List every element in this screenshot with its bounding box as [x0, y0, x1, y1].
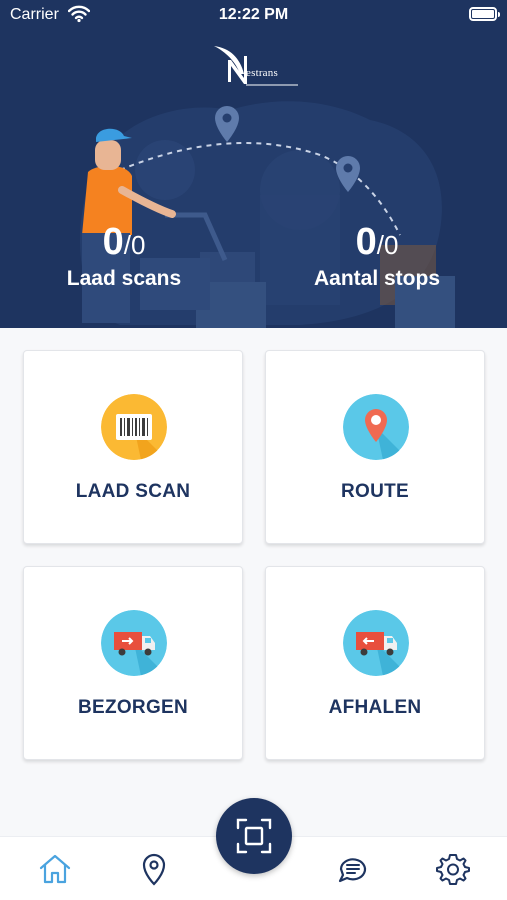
deliver-label: BEZORGEN — [77, 697, 189, 718]
deliver-tile[interactable]: BEZORGEN — [23, 566, 243, 760]
location-pin-icon — [343, 394, 409, 460]
stops-label: Aantal stops — [313, 267, 441, 290]
load-scans-stat: 0/0 Laad scans — [64, 222, 184, 291]
load-scan-tile[interactable]: LAAD SCAN — [23, 350, 243, 544]
load-scans-label: Laad scans — [66, 267, 182, 290]
pickup-truck-icon — [343, 610, 409, 676]
scan-button[interactable] — [216, 798, 292, 874]
scan-icon — [236, 818, 272, 854]
brand-logo-text: estrans — [246, 67, 278, 79]
pickup-tile[interactable]: AFHALEN — [265, 566, 485, 760]
action-grid: LAAD SCAN ROUTE BEZORGEN AFHALEN — [0, 328, 507, 838]
route-tile[interactable]: ROUTE — [265, 350, 485, 544]
load-scans-count: 0 — [102, 221, 124, 263]
load-scans-total: /0 — [123, 230, 146, 260]
pickup-label: AFHALEN — [328, 697, 422, 718]
stops-total: /0 — [376, 230, 399, 260]
battery-icon — [469, 7, 500, 21]
hero-banner: estrans 0/0 Laad scans 0/0 Aantal stops — [0, 0, 507, 328]
route-label: ROUTE — [341, 481, 409, 502]
chat-icon[interactable] — [335, 851, 371, 887]
brand-logo — [214, 46, 298, 86]
barcode-icon — [101, 394, 167, 460]
stops-stat: 0/0 Aantal stops — [300, 222, 454, 291]
delivery-truck-icon — [101, 610, 167, 676]
stops-value: 0/0 — [300, 222, 454, 265]
load-scans-value: 0/0 — [64, 222, 184, 265]
clock: 12:22 PM — [218, 6, 289, 23]
load-scan-label: LAAD SCAN — [75, 481, 191, 502]
settings-icon[interactable] — [435, 851, 471, 887]
map-pin-icon[interactable] — [136, 851, 172, 887]
status-bar: Carrier 12:22 PM — [0, 0, 507, 32]
stops-count: 0 — [355, 221, 377, 263]
home-icon[interactable] — [37, 851, 73, 887]
